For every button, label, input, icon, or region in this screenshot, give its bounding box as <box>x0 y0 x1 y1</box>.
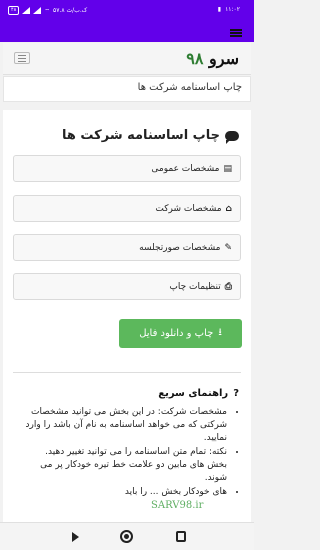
home-icon[interactable] <box>120 530 133 543</box>
logo-number: ۹۸ <box>186 49 204 68</box>
site-logo[interactable]: سرو ۹۸ <box>186 49 239 68</box>
watermark: SARV98.ir <box>151 500 204 511</box>
recent-apps-icon[interactable] <box>176 531 186 542</box>
signal-icon-2 <box>33 7 42 14</box>
section-minutes-info[interactable]: ✎ مشخصات صورتجلسه <box>13 234 241 261</box>
signal-icon <box>22 7 31 14</box>
section-general-info[interactable]: ▤ مشخصات عمومی <box>13 155 241 182</box>
home-icon: ⌂ <box>225 203 232 214</box>
battery-icon: ۴۸ <box>8 6 20 15</box>
network-speed: ۵۷.۸ ک.ب/ث <box>53 7 88 14</box>
section-label: مشخصات شرکت <box>155 203 222 214</box>
guide-list: مشخصات شرکت: در این بخش می توانید مشخصات… <box>25 406 239 500</box>
system-nav-bar <box>0 522 254 550</box>
browser-toolbar <box>0 24 254 42</box>
main-card: چاپ اساسنامه شرکت ها ▤ مشخصات عمومی ⌂ مش… <box>3 110 251 550</box>
download-label: چاپ و دانلود فایل <box>139 328 214 339</box>
divider <box>13 372 241 373</box>
download-icon: ⭳ <box>218 327 222 338</box>
section-label: مشخصات صورتجلسه <box>139 242 221 253</box>
menu-icon[interactable] <box>230 29 242 37</box>
page-title-text: چاپ اساسنامه شرکت ها <box>61 128 220 143</box>
section-label: تنظیمات چاپ <box>169 281 221 292</box>
list-item: های خودکار بخش ... را باید <box>25 486 227 499</box>
navbar-toggle-button[interactable] <box>14 52 30 64</box>
comment-icon <box>225 130 239 144</box>
status-bar: ۴۸ ⌔ ۵۷.۸ ک.ب/ث ▮ ۱۱:۰۲ <box>0 0 254 24</box>
edit-icon: ✎ <box>224 242 232 253</box>
back-icon[interactable] <box>72 532 79 542</box>
section-company-info[interactable]: ⌂ مشخصات شرکت <box>13 195 241 222</box>
guide-title: ? راهنمای سریع <box>158 388 239 399</box>
section-label: مشخصات عمومی <box>151 163 220 174</box>
list-item: مشخصات شرکت: در این بخش می توانید مشخصات… <box>25 406 227 445</box>
breadcrumb: چاپ اساسنامه شرکت ها <box>3 76 251 102</box>
guide-title-text: راهنمای سریع <box>158 388 229 399</box>
wifi-icon: ⌔ <box>44 7 51 15</box>
list-item: نکته: تمام متن اساسنامه را می توانید تغی… <box>25 446 227 485</box>
logo-text: سرو <box>209 49 239 68</box>
section-print-settings[interactable]: ⎙ تنظیمات چاپ <box>13 273 241 300</box>
print-download-button[interactable]: ⭳ چاپ و دانلود فایل <box>119 319 242 348</box>
question-icon: ? <box>233 388 239 399</box>
page-title: چاپ اساسنامه شرکت ها <box>61 128 239 144</box>
clock: ۱۱:۰۲ <box>225 6 240 13</box>
print-icon: ⎙ <box>224 281 232 292</box>
book-icon: ▤ <box>223 163 232 174</box>
site-header: سرو ۹۸ <box>3 43 251 75</box>
trash-icon: ▮ <box>217 6 222 13</box>
